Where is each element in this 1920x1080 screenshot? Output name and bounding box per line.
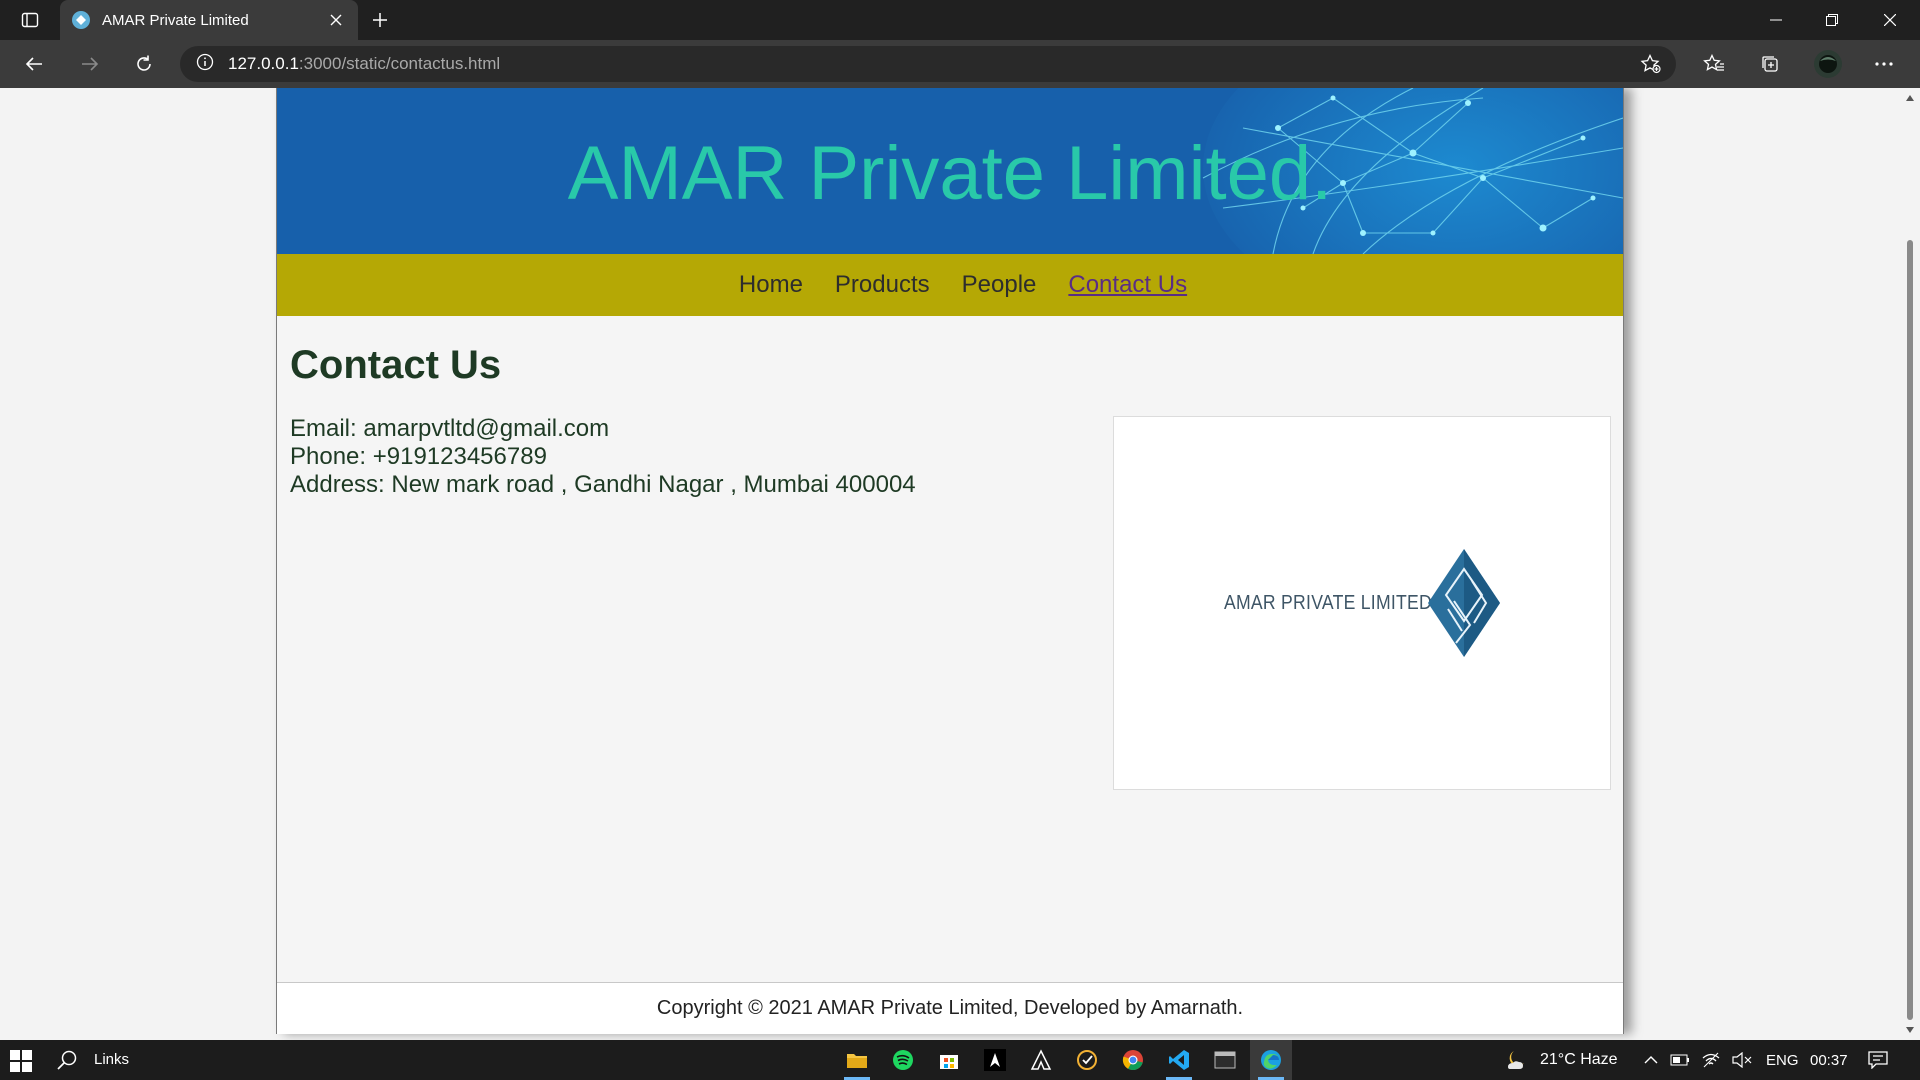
tab-title: AMAR Private Limited: [102, 11, 249, 29]
site-info-icon[interactable]: [196, 53, 214, 76]
forward-icon[interactable]: [72, 48, 108, 80]
clock-app-icon[interactable]: [1066, 1040, 1108, 1080]
favorites-icon[interactable]: [1696, 48, 1732, 80]
url-host: 127.0.0.1: [228, 54, 299, 73]
notifications-icon[interactable]: [1868, 1040, 1888, 1080]
site-container: AMAR Private Limited. Home Products Peop…: [276, 88, 1624, 1034]
clock[interactable]: 00:37: [1810, 1040, 1848, 1080]
search-icon[interactable]: [56, 1049, 78, 1071]
windows-taskbar: Links 21°C Haze ENG 00:37: [0, 1040, 1920, 1080]
browser-tab[interactable]: AMAR Private Limited: [60, 0, 358, 40]
nav-link-products[interactable]: Products: [835, 271, 930, 299]
profile-avatar-icon[interactable]: [1810, 48, 1846, 80]
main-nav: Home Products People Contact Us: [277, 254, 1623, 316]
assassins-creed-icon[interactable]: [1020, 1040, 1062, 1080]
nav-link-contact-us[interactable]: Contact Us: [1068, 271, 1187, 299]
microsoft-store-icon[interactable]: [928, 1040, 970, 1080]
nav-link-home[interactable]: Home: [739, 271, 803, 299]
browser-toolbar: 127.0.0.1:3000/static/contactus.html: [0, 40, 1920, 88]
more-menu-icon[interactable]: [1866, 48, 1902, 80]
links-toolbar-label[interactable]: Links: [94, 1051, 129, 1068]
add-favorite-icon[interactable]: [1640, 53, 1662, 79]
vscode-icon[interactable]: [1158, 1040, 1200, 1080]
minimize-icon[interactable]: [1748, 0, 1804, 40]
page-scrollbar[interactable]: [1900, 88, 1920, 1040]
site-title: AMAR Private Limited.: [567, 131, 1333, 216]
diamond-logo-icon: [1428, 549, 1500, 657]
battery-icon[interactable]: [1670, 1040, 1690, 1080]
wifi-icon[interactable]: [1702, 1040, 1720, 1080]
logo-text: AMAR PRIVATE LIMITED: [1224, 592, 1433, 614]
scroll-up-icon[interactable]: [1904, 92, 1916, 104]
company-logo-image: AMAR PRIVATE LIMITED: [1113, 416, 1611, 790]
edge-browser-icon[interactable]: [1250, 1040, 1292, 1080]
tab-actions-icon[interactable]: [14, 8, 46, 32]
game-app-icon[interactable]: [974, 1040, 1016, 1080]
new-tab-icon[interactable]: [366, 8, 394, 32]
scroll-thumb[interactable]: [1907, 240, 1913, 1020]
back-icon[interactable]: [16, 48, 52, 80]
close-tab-icon[interactable]: [326, 10, 346, 30]
spotify-icon[interactable]: [882, 1040, 924, 1080]
site-banner: AMAR Private Limited.: [277, 88, 1623, 254]
contact-email: Email: amarpvtltd@gmail.com: [290, 415, 610, 442]
site-favicon-icon: [72, 11, 90, 29]
close-window-icon[interactable]: [1862, 0, 1918, 40]
address-bar[interactable]: 127.0.0.1:3000/static/contactus.html: [180, 46, 1676, 82]
contact-address: Address: New mark road , Gandhi Nagar , …: [290, 471, 916, 498]
language-indicator[interactable]: ENG: [1766, 1040, 1799, 1080]
collections-icon[interactable]: [1752, 48, 1788, 80]
browser-tab-bar: AMAR Private Limited: [0, 0, 1920, 40]
scroll-down-icon[interactable]: [1904, 1024, 1916, 1036]
nav-link-people[interactable]: People: [962, 271, 1037, 299]
contact-phone: Phone: +919123456789: [290, 443, 547, 470]
chrome-icon[interactable]: [1112, 1040, 1154, 1080]
windows-start-icon[interactable]: [10, 1050, 32, 1072]
show-hidden-icons-icon[interactable]: [1644, 1040, 1658, 1080]
moon-cloud-icon: [1508, 1051, 1524, 1069]
terminal-icon[interactable]: [1204, 1040, 1246, 1080]
url-path: :3000/static/contactus.html: [298, 54, 501, 73]
site-footer: Copyright © 2021 AMAR Private Limited, D…: [277, 982, 1623, 1034]
page-heading: Contact Us: [290, 343, 502, 387]
contact-details: Email: amarpvtltd@gmail.com Phone: +9191…: [290, 415, 916, 499]
volume-muted-icon[interactable]: [1732, 1040, 1752, 1080]
url-text[interactable]: 127.0.0.1:3000/static/contactus.html: [228, 54, 500, 74]
refresh-icon[interactable]: [126, 48, 162, 80]
file-explorer-icon[interactable]: [836, 1040, 878, 1080]
restore-icon[interactable]: [1804, 0, 1860, 40]
weather-text: 21°C Haze: [1540, 1051, 1618, 1068]
weather-widget[interactable]: 21°C Haze: [1504, 1040, 1618, 1080]
page-viewport: AMAR Private Limited. Home Products Peop…: [0, 88, 1900, 1040]
